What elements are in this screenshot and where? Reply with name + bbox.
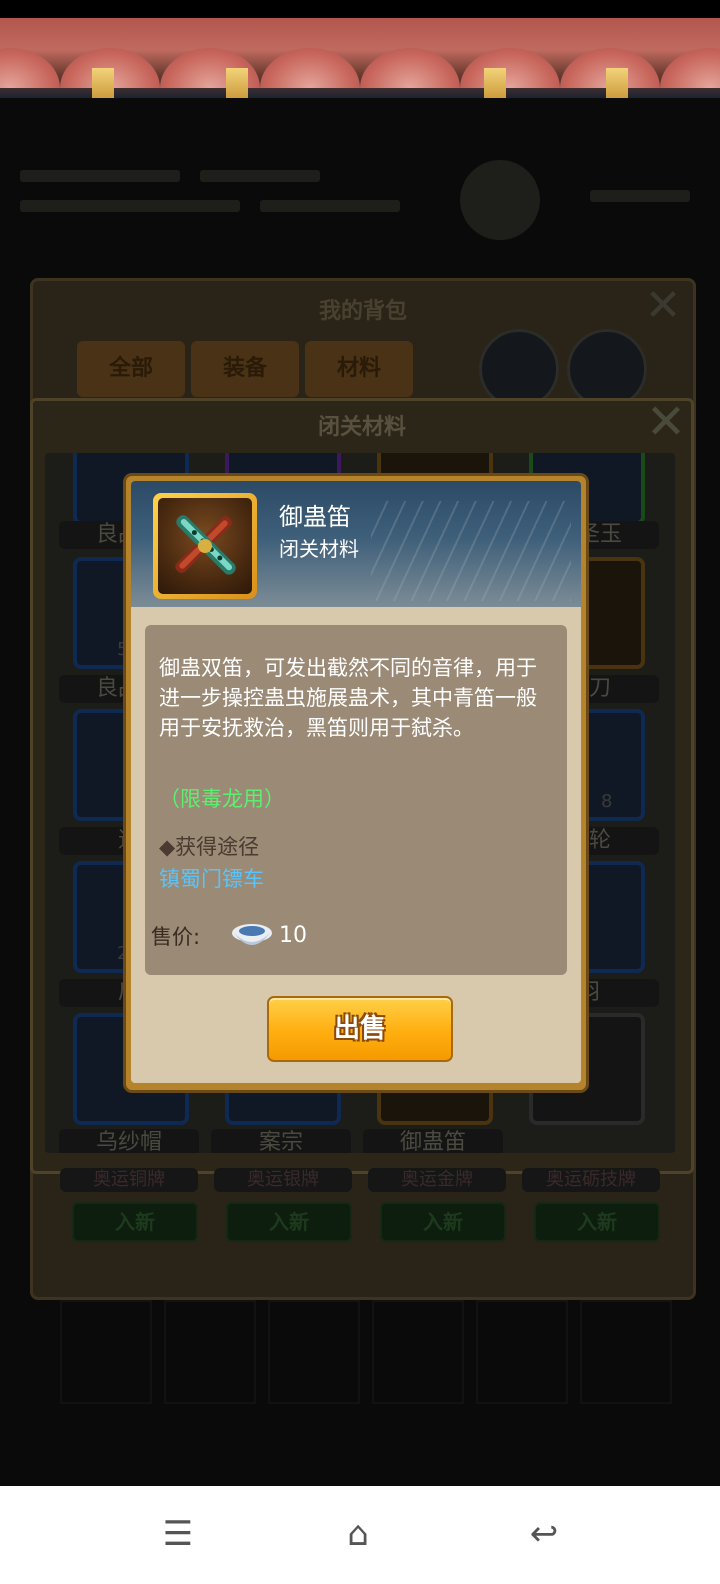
lantern-icon [606, 68, 628, 98]
class-restriction: （限毒龙用） [159, 787, 285, 811]
status-bar [0, 0, 720, 18]
lower-item-label: 奥运铜牌 [60, 1168, 198, 1192]
bag-title: 我的背包 [318, 299, 407, 324]
ink-painting-decoration [371, 501, 571, 601]
player-stats-ghost [0, 150, 720, 250]
lantern-icon [226, 68, 248, 98]
roof-scallop [0, 48, 60, 88]
lantern-icon [484, 68, 506, 98]
item-type: 闭关材料 [279, 537, 359, 561]
lower-item-button[interactable]: 入新 [226, 1202, 352, 1242]
description-box: 御蛊双笛，可发出截然不同的音律，用于进一步操控蛊虫施展蛊术，其中青笛一般用于安抚… [145, 625, 567, 975]
grid-cell-label: 案宗 [211, 1129, 351, 1153]
sell-button[interactable]: 出售 [267, 996, 453, 1062]
palace-roof-banner [0, 18, 720, 98]
grid-cell-label: 乌纱帽 [59, 1129, 199, 1153]
lantern-icon [92, 68, 114, 98]
bottom-menu-ghost [60, 1300, 672, 1420]
price-value: 10 [279, 923, 307, 948]
sell-button-label: 出售 [333, 1014, 386, 1044]
popup-header: 御蛊笛 闭关材料 [131, 481, 581, 607]
item-detail-popup: 御蛊笛 闭关材料 御蛊双笛，可发出截然不同的音律，用于进一步操控蛊虫施展蛊术，其… [126, 476, 586, 1090]
avatar[interactable] [479, 329, 559, 409]
lower-item-label: 奥运砺技牌 [522, 1168, 660, 1192]
home-icon[interactable]: ⌂ [328, 1506, 388, 1562]
item-name: 御蛊笛 [279, 503, 351, 531]
material-panel-title: 闭关材料 [317, 415, 406, 440]
tab-materials[interactable]: 材料 [305, 341, 413, 397]
menu-icon[interactable]: ☰ [148, 1506, 208, 1562]
lower-item-row: 奥运铜牌 奥运银牌 奥运金牌 奥运砺技牌 入新 入新 入新 入新 [50, 1168, 670, 1258]
grid-cell-label: 御蛊笛 [363, 1129, 503, 1153]
item-icon [158, 498, 252, 594]
grid-cell-count: 8 [601, 791, 613, 812]
source-link[interactable]: 镇蜀门镖车 [159, 863, 264, 893]
popup-body: 御蛊笛 闭关材料 御蛊双笛，可发出截然不同的音律，用于进一步操控蛊虫施展蛊术，其… [131, 481, 581, 1083]
item-icon-frame [153, 493, 257, 599]
roof-scallop [360, 48, 460, 88]
lower-item-label: 奥运银牌 [214, 1168, 352, 1192]
roof-scallop [660, 48, 720, 88]
bag-close-icon[interactable]: ✕ [633, 281, 693, 331]
silver-ingot-icon [232, 924, 272, 945]
lower-item-label: 奥运金牌 [368, 1168, 506, 1192]
tab-equipment[interactable]: 装备 [191, 341, 299, 397]
item-description: 御蛊双笛，可发出截然不同的音律，用于进一步操控蛊虫施展蛊术，其中青笛一般用于安抚… [159, 656, 537, 740]
back-icon[interactable]: ↩ [514, 1506, 574, 1562]
roof-scallop [260, 48, 360, 88]
flute-icon [175, 515, 236, 575]
lower-item-button[interactable]: 入新 [534, 1202, 660, 1242]
lower-item-button[interactable]: 入新 [380, 1202, 506, 1242]
source-heading: ◆获得途径 [159, 835, 260, 859]
price-label: 售价: [151, 925, 201, 949]
close-icon[interactable]: ✕ [635, 395, 697, 449]
system-nav-bar: ☰ ⌂ ↩ [0, 1486, 720, 1584]
tab-all[interactable]: 全部 [77, 341, 185, 397]
roof-scallop [460, 48, 560, 88]
lower-item-button[interactable]: 入新 [72, 1202, 198, 1242]
